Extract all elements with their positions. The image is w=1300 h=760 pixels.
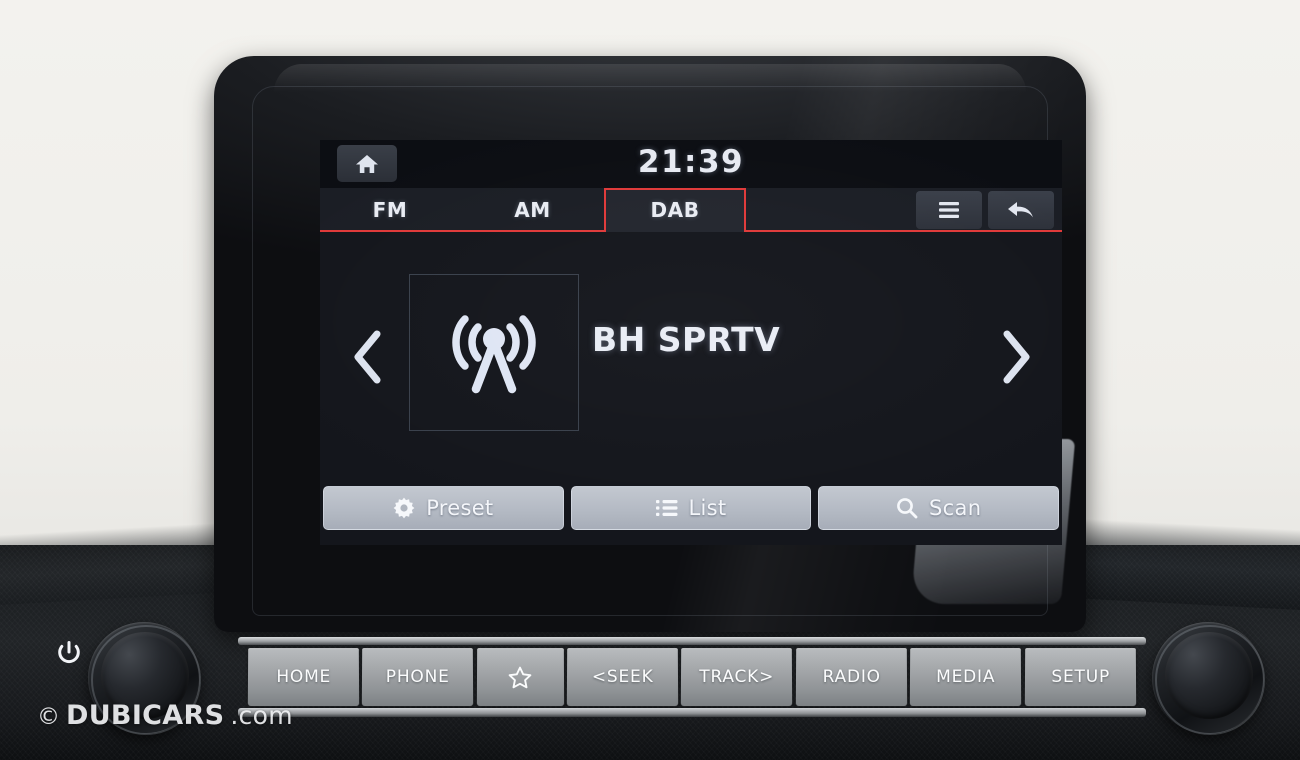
chevron-right-icon xyxy=(1003,330,1030,384)
power-icon xyxy=(58,641,80,664)
status-bar: 21:39 xyxy=(320,140,1062,188)
strip-chrome-bottom xyxy=(238,708,1146,717)
list-button[interactable]: List xyxy=(570,485,812,530)
menu-button[interactable] xyxy=(916,191,982,229)
watermark-copyright: © xyxy=(37,704,60,730)
back-button[interactable] xyxy=(988,191,1054,229)
hardware-button-strip: HOME PHONE <SEEK TRACK> RADIO MEDIA SETU… xyxy=(247,648,1137,707)
hw-button-phone[interactable]: PHONE xyxy=(362,648,475,707)
list-label: List xyxy=(688,495,727,520)
hw-button-setup[interactable]: SETUP xyxy=(1024,648,1137,707)
hw-button-home[interactable]: HOME xyxy=(247,648,360,707)
previous-station-button[interactable] xyxy=(340,319,396,395)
preset-label: Preset xyxy=(426,495,494,520)
tab-fm[interactable]: FM xyxy=(320,188,460,232)
station-name: BH SPRTV xyxy=(592,320,781,359)
hamburger-menu-icon xyxy=(939,202,959,218)
hw-button-favorite[interactable] xyxy=(476,648,564,707)
list-icon xyxy=(655,499,678,516)
chevron-left-icon xyxy=(354,330,381,384)
station-artwork xyxy=(409,274,579,431)
now-playing-panel: BH SPRTV xyxy=(320,232,1062,482)
star-icon xyxy=(509,667,532,687)
watermark-tld: .com xyxy=(230,701,293,730)
search-icon xyxy=(897,497,918,518)
tab-dab[interactable]: DAB xyxy=(605,188,745,232)
tab-actions xyxy=(916,191,1054,229)
broadcast-antenna-icon xyxy=(452,314,536,393)
scan-label: Scan xyxy=(929,495,982,520)
bezel-gloss-top xyxy=(274,64,1026,92)
preset-button[interactable]: Preset xyxy=(323,485,564,530)
watermark: © DUBICARS .com xyxy=(37,700,293,731)
hw-button-seek[interactable]: <SEEK xyxy=(566,648,679,707)
hw-button-track[interactable]: TRACK> xyxy=(681,648,793,707)
watermark-brand: DUBICARS xyxy=(66,700,225,731)
hw-button-media[interactable]: MEDIA xyxy=(909,648,1022,707)
back-arrow-icon xyxy=(1008,202,1033,218)
tune-knob[interactable] xyxy=(1152,622,1265,735)
tab-am[interactable]: AM xyxy=(460,188,605,232)
infotainment-screen: 21:39 FM AM DAB BH SPRTV Preset List Sca… xyxy=(320,140,1062,545)
tab-bar: FM AM DAB xyxy=(320,188,1062,232)
soft-button-bar: Preset List Scan xyxy=(320,482,1062,545)
clock: 21:39 xyxy=(637,144,745,180)
knob-face xyxy=(1165,632,1253,720)
scan-button[interactable]: Scan xyxy=(818,485,1060,530)
next-station-button[interactable] xyxy=(988,319,1044,395)
hw-button-radio[interactable]: RADIO xyxy=(795,648,908,707)
gear-icon xyxy=(393,497,415,518)
strip-chrome-top xyxy=(238,637,1146,645)
